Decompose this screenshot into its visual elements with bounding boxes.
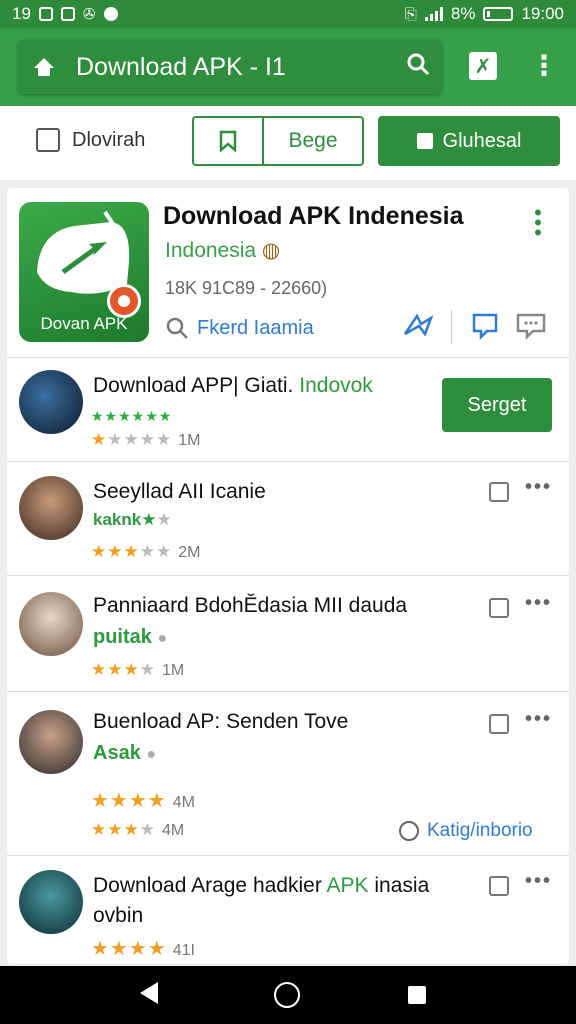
system-nav-bar [0,966,576,1024]
more-icon[interactable]: ••• [525,708,552,731]
avatar [19,592,83,656]
list-item-rating: ★★★★ 1M [91,660,185,679]
search-title[interactable]: Download APK - I1 [76,53,406,82]
comment-icon[interactable] [489,714,509,734]
list-item-rating: ★★★★★ 1M [91,430,201,449]
more-icon[interactable]: ••• [525,870,552,893]
list-item-title-line2: ovbin [93,904,144,927]
category-link[interactable]: Katig/inborio [399,820,533,842]
app-subtitle: Indonesia ◍ [165,239,281,262]
status-bar: 19 ✇ ⎘ 8% 19:00 [0,0,576,28]
downloads-label: Dlovirah [72,128,146,151]
list-item-title: Download APP| Giati. Indovok [93,374,373,397]
app-icon[interactable]: Dovan APK [19,202,149,342]
app-more-icon[interactable]: • • • [532,202,544,244]
app-meta: 18K 91C89 - 22660) [165,278,328,298]
notification-icon [38,7,53,21]
list-item-rating-primary: ★★★★ 4M [91,790,195,812]
recents-button[interactable] [408,986,426,1004]
overflow-menu-icon[interactable]: ⋮ [530,50,558,82]
comment-icon[interactable] [471,312,499,346]
message-icon[interactable] [515,312,547,346]
comment-icon[interactable] [489,876,509,896]
status-left-time: 19 [12,4,31,23]
calendar-icon [36,128,60,152]
verified-icon: ● [146,746,157,763]
more-icon[interactable]: ••• [525,476,552,499]
avatar [19,370,83,434]
downloads-filter[interactable]: Dlovirah [36,128,145,152]
list-item[interactable]: Panniaard BdohĔdasia MII dauda puitak ● … [7,576,569,692]
vibrate-icon: ⎘ [404,5,417,23]
list-item-title: Seeyllad AII Icanie [93,480,266,503]
list-item-title: Panniaard BdohĔdasia MII dauda [93,594,408,617]
back-button[interactable] [140,982,166,1008]
featured-app[interactable]: Dovan APK Download APK Indenesia Indones… [7,188,569,358]
more-icon[interactable]: ••• [525,592,552,615]
primary-filter-label: Gluhesal [442,129,522,152]
list-item[interactable]: Download APP| Giati. Indovok ★★★★★★ ★★★★… [7,358,569,462]
results-card: Dovan APK Download APK Indenesia Indones… [7,188,569,964]
search-icon[interactable] [406,52,430,83]
list-item-subtitle: Asak ● [93,742,157,764]
app-bar: Download APK - I1 ✗ ⋮ [0,28,576,106]
globe-icon: ◍ [261,239,281,262]
list-item-title: Download Arage hadkier APK inasia [93,874,430,897]
clock-icon [399,821,419,841]
back-icon [140,982,158,1004]
list-item-subtitle: kaknk★★ [93,510,172,529]
sync-icon: ✇ [82,6,96,23]
list-item-rating: ★★★★★ 2M [91,542,201,561]
apk-installer-icon[interactable]: ✗ [469,52,497,80]
segment-label[interactable]: Bege [264,118,362,164]
divider [451,310,452,344]
app-icon-label: Dovan APK [40,314,128,333]
list-item-rating-top: ★★★★★★ [91,408,173,424]
avatar [19,476,83,540]
segmented-filter: Bege [192,116,364,166]
list-item[interactable]: Buenload AP: Senden Tove Asak ● ★★★★ 4M ★… [7,692,569,856]
gallery-icon [60,7,75,21]
app-notification-icon [103,7,118,21]
list-item-rating: ★★★★ 4M [91,820,185,839]
battery-percent: 8% [450,4,476,23]
avatar [19,870,83,934]
get-button[interactable]: Serget [442,378,552,432]
home-button[interactable] [274,982,300,1008]
list-item-subtitle: puitak ● [93,626,168,648]
verified-icon: ● [157,630,168,647]
app-name: Download APK Indenesia [163,202,464,230]
home-icon[interactable] [30,53,58,81]
search-bar[interactable]: Download APK - I1 [18,40,442,94]
find-link[interactable]: Fkerd Iaamia [165,316,314,340]
battery-icon [483,7,514,21]
app-badge-icon [107,284,141,318]
bag-icon [416,133,433,149]
filter-bar: Dlovirah Bege Gluhesal [0,106,576,180]
list-item[interactable]: Seeyllad AII Icanie kaknk★★ ★★★★★ 2M ••• [7,462,569,576]
list-item[interactable]: Download Arage hadkier APK inasia ovbin … [7,856,569,964]
status-time: 19:00 [521,4,564,23]
search-icon [166,317,188,339]
comment-icon[interactable] [489,482,509,502]
comment-icon[interactable] [489,598,509,618]
bookmark-icon[interactable] [194,118,264,164]
signal-icon [424,7,443,21]
primary-filter-button[interactable]: Gluhesal [378,116,560,166]
list-item-title: Buenload AP: Senden Tove [93,710,349,733]
avatar [19,710,83,774]
list-item-rating: ★★★★ 41I [91,938,195,960]
share-icon[interactable] [403,312,434,344]
